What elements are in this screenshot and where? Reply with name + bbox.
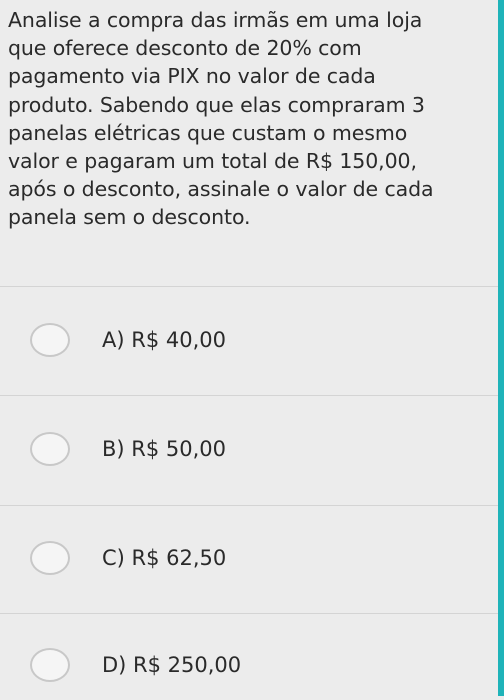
option-c[interactable]: C) R$ 62,50 (0, 523, 498, 593)
question-line: Analise a compra das irmãs em uma loja (8, 8, 423, 32)
accent-strip (498, 0, 504, 696)
option-a[interactable]: A) R$ 40,00 (0, 305, 498, 375)
radio-button[interactable] (30, 541, 70, 575)
question-line: pagamento via PIX no valor de cada (8, 64, 376, 89)
question-text: Analise a compra das irmãs em uma loja q… (8, 6, 494, 232)
divider (0, 286, 498, 287)
radio-button[interactable] (30, 432, 70, 466)
radio-button[interactable] (30, 323, 70, 357)
question-line: produto. Sabendo que elas compraram 3 (8, 92, 425, 117)
option-label: B) R$ 50,00 (102, 437, 227, 461)
divider (0, 505, 498, 506)
option-label: A) R$ 40,00 (102, 328, 226, 352)
option-b[interactable]: B) R$ 50,00 (0, 414, 498, 484)
question-line: valor e pagaram um total de R$ 150,00, (8, 149, 417, 174)
option-d[interactable]: D) R$ 250,00 (0, 630, 498, 700)
divider (0, 613, 498, 614)
option-label: C) R$ 62,50 (102, 546, 227, 570)
question-line: após o desconto, assinale o valor de cad… (8, 177, 434, 202)
question-line: panelas elétricas que custam o mesmo (8, 120, 408, 145)
question-line: que oferece desconto de 20% com (8, 36, 362, 61)
question-line: panela sem o desconto. (8, 205, 251, 230)
radio-button[interactable] (30, 648, 70, 682)
option-label: D) R$ 250,00 (102, 653, 242, 677)
divider (0, 395, 498, 396)
